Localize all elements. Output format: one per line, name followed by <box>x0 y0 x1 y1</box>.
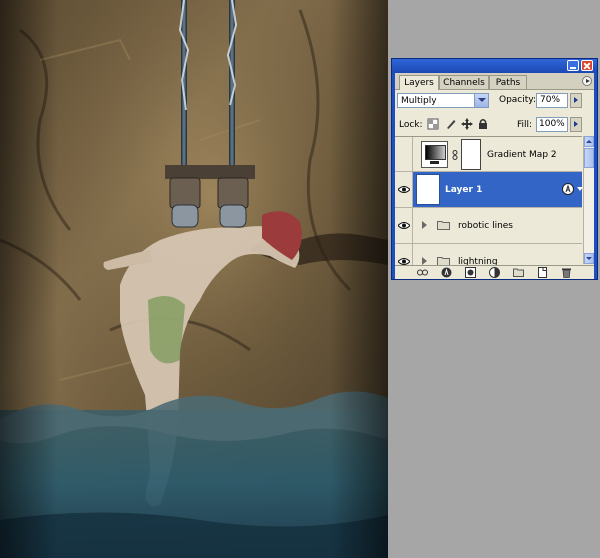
scroll-thumb[interactable] <box>584 148 594 168</box>
palette-bottom-bar <box>395 265 594 279</box>
close-icon[interactable] <box>581 60 593 71</box>
lock-transparent-icon[interactable] <box>427 118 439 130</box>
folder-icon <box>437 221 450 230</box>
trash-icon[interactable] <box>561 267 572 278</box>
adjustment-thumbnail <box>421 141 448 168</box>
chain-link-icon[interactable] <box>452 150 458 160</box>
palette-body: Layers Channels Paths Multiply Opacity: … <box>395 73 594 279</box>
palette-tabs: Layers Channels Paths <box>395 73 594 90</box>
fill-slider-arrow-icon[interactable] <box>570 117 582 132</box>
layer-mask-thumbnail[interactable] <box>461 139 481 170</box>
eye-icon <box>398 258 410 265</box>
palette-title-bar[interactable] <box>392 59 597 73</box>
link-icon[interactable] <box>417 267 428 278</box>
visibility-toggle[interactable] <box>395 244 413 265</box>
layers-list: Gradient Map 2 Layer 1 robotic lines lig… <box>395 136 582 265</box>
visibility-toggle[interactable] <box>395 137 413 171</box>
lock-image-icon[interactable] <box>445 118 457 130</box>
artwork-image <box>0 0 388 558</box>
lock-position-icon[interactable] <box>461 118 473 130</box>
layer-name: robotic lines <box>458 221 513 231</box>
layer-name: lightning <box>458 257 498 265</box>
lock-all-icon[interactable] <box>477 118 489 130</box>
layer-style-icon[interactable] <box>562 183 574 195</box>
layer-row-gradient-map[interactable]: Gradient Map 2 <box>395 137 582 172</box>
opacity-slider-arrow-icon[interactable] <box>570 93 582 108</box>
new-group-folder-icon[interactable] <box>513 267 524 278</box>
tab-paths[interactable]: Paths <box>489 75 527 89</box>
opacity-input[interactable]: 70% <box>536 93 568 108</box>
layer-row-layer-1[interactable]: Layer 1 <box>395 172 582 208</box>
scroll-down-icon[interactable] <box>584 253 594 264</box>
tab-channels[interactable]: Channels <box>439 75 489 89</box>
eye-icon <box>398 222 410 229</box>
adjustment-icon[interactable] <box>489 267 500 278</box>
layer-thumbnail <box>416 174 440 205</box>
minimize-icon[interactable] <box>567 60 579 71</box>
layer-name: Layer 1 <box>445 185 483 195</box>
new-layer-icon[interactable] <box>537 267 548 278</box>
opacity-label: Opacity: <box>499 95 536 105</box>
fx-icon[interactable] <box>441 267 452 278</box>
expand-group-icon[interactable] <box>422 257 427 265</box>
expand-group-icon[interactable] <box>422 221 427 229</box>
layers-palette: Layers Channels Paths Multiply Opacity: … <box>391 58 598 280</box>
scroll-up-icon[interactable] <box>584 136 594 147</box>
layer-row-lightning[interactable]: lightning <box>395 244 582 265</box>
fill-input[interactable]: 100% <box>536 117 568 132</box>
document-canvas[interactable] <box>0 0 388 558</box>
chevron-down-icon[interactable] <box>474 94 488 107</box>
palette-menu-icon[interactable] <box>582 76 592 86</box>
visibility-toggle[interactable] <box>395 208 413 243</box>
mask-icon[interactable] <box>465 267 476 278</box>
lock-label: Lock: <box>399 120 423 130</box>
tab-layers[interactable]: Layers <box>399 75 439 90</box>
folder-icon <box>437 257 450 265</box>
fill-label: Fill: <box>517 120 533 130</box>
expand-effects-icon[interactable] <box>577 187 582 191</box>
layers-scrollbar[interactable] <box>583 136 594 264</box>
layer-name: Gradient Map 2 <box>487 150 557 160</box>
visibility-toggle[interactable] <box>395 172 413 207</box>
layer-row-robotic-lines[interactable]: robotic lines <box>395 208 582 244</box>
eye-icon <box>398 186 410 193</box>
blend-mode-value: Multiply <box>401 96 437 106</box>
blend-mode-select[interactable]: Multiply <box>397 93 489 108</box>
